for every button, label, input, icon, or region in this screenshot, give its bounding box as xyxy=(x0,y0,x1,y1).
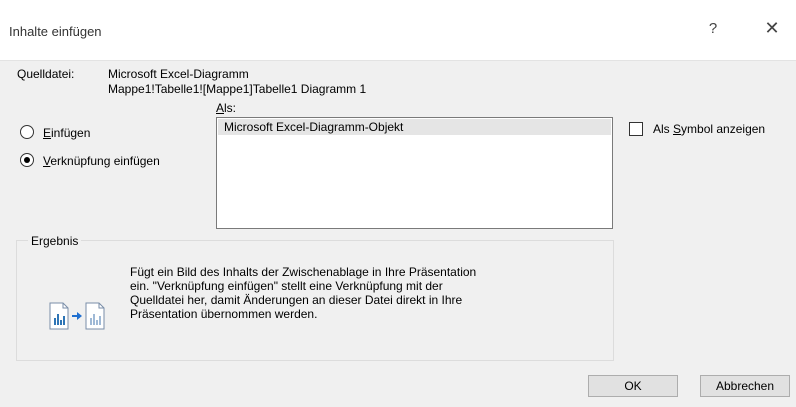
result-line: ein. "Verknüpfung einfügen" stellt eine … xyxy=(130,279,443,293)
result-group-title: Ergebnis xyxy=(28,234,82,248)
result-line: Präsentation übernommen werden. xyxy=(130,307,318,321)
paste-option-label[interactable]: Einfügen xyxy=(43,126,90,140)
paste-radio[interactable] xyxy=(20,125,34,139)
source-path: Mappe1!Tabelle1![Mappe1]Tabelle1 Diagram… xyxy=(108,82,367,96)
source-label: Quelldatei: xyxy=(17,67,75,81)
source-name: Microsoft Excel-Diagramm xyxy=(108,67,249,81)
display-as-icon-checkbox[interactable] xyxy=(629,122,643,136)
paste-link-chart-icon xyxy=(49,302,105,330)
result-line: Quelldatei her, damit Änderungen an dies… xyxy=(130,293,463,307)
list-item[interactable]: Microsoft Excel-Diagramm-Objekt xyxy=(218,119,611,135)
dialog-title: Inhalte einfügen xyxy=(9,24,102,39)
result-line: Fügt ein Bild des Inhalts der Zwischenab… xyxy=(130,265,477,279)
display-as-icon-label[interactable]: Als Symbol anzeigen xyxy=(653,122,765,136)
help-button[interactable]: ? xyxy=(703,20,723,40)
paste-link-option-label[interactable]: Verknüpfung einfügen xyxy=(43,154,160,168)
paste-link-radio[interactable] xyxy=(20,153,34,167)
title-bar: Inhalte einfügen ? ✕ xyxy=(0,0,796,61)
ok-button[interactable]: OK xyxy=(588,375,678,397)
result-description: Fügt ein Bild des Inhalts der Zwischenab… xyxy=(130,265,600,321)
close-button[interactable]: ✕ xyxy=(760,18,784,42)
als-label: Als: xyxy=(216,101,237,115)
cancel-button[interactable]: Abbrechen xyxy=(700,375,790,397)
format-listbox[interactable]: Microsoft Excel-Diagramm-Objekt xyxy=(216,117,613,229)
